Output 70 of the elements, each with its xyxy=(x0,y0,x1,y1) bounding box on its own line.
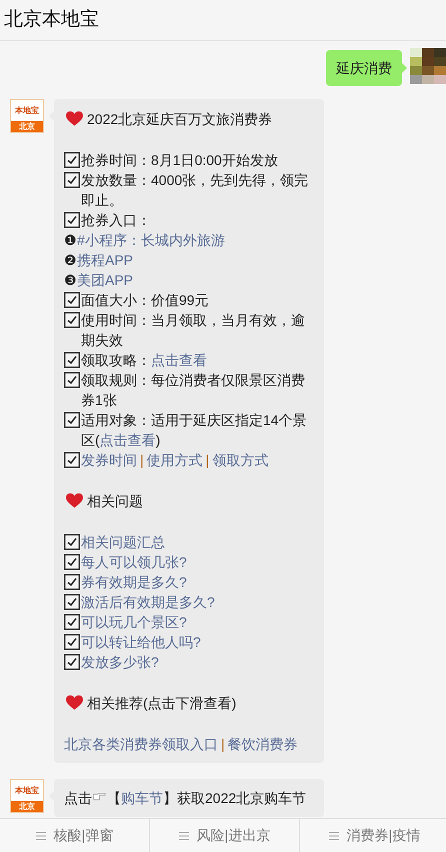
message-text: 相关问题 xyxy=(87,492,143,511)
link[interactable]: 可以转让给他人吗? xyxy=(81,634,201,650)
link[interactable]: 餐饮消费券 xyxy=(228,736,298,752)
checkbox-icon xyxy=(64,172,80,188)
link[interactable]: 每人可以领几张? xyxy=(81,554,187,570)
message-text: 领取规则：每位消费者仅限景区消费券1张 xyxy=(81,372,305,408)
link[interactable]: 券有效期是多久? xyxy=(81,574,187,590)
checkbox-icon xyxy=(64,352,80,368)
checkbox-icon xyxy=(64,292,80,308)
checkbox-icon xyxy=(64,152,80,168)
message-text: ❶#小程序：长城内外旅游 xyxy=(64,232,225,248)
menu-icon xyxy=(178,832,189,840)
link[interactable]: 相关问题汇总 xyxy=(81,534,165,550)
message-text: 抢券入口： xyxy=(81,212,151,228)
message-text: 面值大小：价值99元 xyxy=(81,292,209,308)
link[interactable]: 点击查看 xyxy=(151,352,207,368)
checkbox-icon xyxy=(64,372,80,388)
menu-icon xyxy=(328,832,339,840)
account-logo[interactable]: 本地宝 北京 xyxy=(10,779,44,813)
window-title: 北京本地宝 xyxy=(4,8,99,32)
heart-icon xyxy=(66,493,83,509)
link[interactable]: 激活后有效期是多久? xyxy=(81,594,215,610)
link[interactable]: 购车节 xyxy=(121,790,163,806)
message-text: 2022北京延庆百万文旅消费券 xyxy=(87,110,272,129)
link[interactable]: 携程APP xyxy=(77,252,134,268)
checkbox-icon xyxy=(64,312,80,328)
account-logo[interactable]: 本地宝 北京 xyxy=(10,99,44,133)
checkbox-icon xyxy=(64,534,80,550)
message-text: 点击 【购车节】获取2022北京购车节 xyxy=(64,790,306,806)
checkbox-icon xyxy=(64,634,80,650)
checkbox-icon xyxy=(64,654,80,670)
message-text: ❸美团APP xyxy=(64,272,134,288)
link[interactable]: 发券时间 xyxy=(81,452,137,468)
message-text: 抢券时间：8月1日0:00开始发放 xyxy=(81,152,278,168)
message-text: 适用对象：适用于延庆区指定14个景区(点击查看) xyxy=(81,412,307,448)
message-text: ❷携程APP xyxy=(64,252,134,268)
message-text: 使用时间：当月领取，当月有效，逾期失效 xyxy=(81,312,305,348)
separator: | xyxy=(221,736,225,752)
link[interactable]: 美团APP xyxy=(77,272,134,288)
menu-tab[interactable]: 核酸|弹窗 xyxy=(0,819,150,852)
logo-text: 本地宝 xyxy=(15,786,39,794)
link[interactable]: #小程序：长城内外旅游 xyxy=(77,232,225,248)
link[interactable]: 可以玩几个景区? xyxy=(81,614,187,630)
link[interactable]: 领取方式 xyxy=(212,452,268,468)
checkbox-icon xyxy=(64,212,80,228)
checkbox-icon xyxy=(64,412,80,428)
message-text: 相关推荐(点击下滑查看) xyxy=(87,694,236,713)
checkbox-icon xyxy=(64,452,80,468)
menu-icon xyxy=(36,832,46,840)
checkbox-icon xyxy=(64,554,80,570)
logo-text: 本地宝 xyxy=(15,106,39,114)
checkbox-icon xyxy=(64,594,80,610)
checkbox-icon xyxy=(64,574,80,590)
link[interactable]: 点击查看 xyxy=(100,432,156,448)
checkbox-icon xyxy=(64,614,80,630)
link[interactable]: 北京各类消费券领取入口 xyxy=(64,736,218,752)
logo-text: 北京 xyxy=(19,802,35,810)
heart-icon xyxy=(66,111,83,127)
separator: | xyxy=(140,452,144,468)
menu-tab[interactable]: 消费券|疫情 xyxy=(300,819,446,852)
link[interactable]: 发放多少张? xyxy=(81,654,159,670)
link[interactable]: 使用方式 xyxy=(146,452,203,468)
message-text: 发放数量：4000张，先到先得，领完即止。 xyxy=(81,172,308,208)
heart-icon xyxy=(66,695,83,711)
message-text: 领取攻略：点击查看 xyxy=(81,352,207,368)
message-text: 延庆消费 xyxy=(336,58,392,78)
menu-tab[interactable]: 风险|进出京 xyxy=(150,819,300,852)
logo-text: 北京 xyxy=(19,122,35,130)
pointing-hand-icon xyxy=(93,793,106,801)
separator: | xyxy=(206,452,210,468)
